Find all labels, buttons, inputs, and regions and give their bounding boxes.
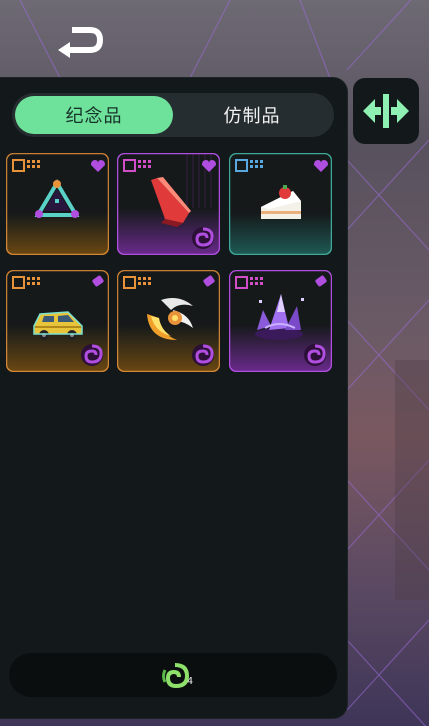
item-card[interactable]: [6, 270, 109, 372]
category-tabs: 纪念品 仿制品: [12, 93, 334, 137]
item-card[interactable]: [6, 153, 109, 255]
item-card[interactable]: [117, 270, 220, 372]
item-card[interactable]: [117, 153, 220, 255]
swap-arrows-icon: [363, 94, 409, 128]
inventory-panel: 纪念品 仿制品 4: [0, 78, 347, 718]
item-card[interactable]: [229, 153, 332, 255]
currency-bar[interactable]: 4: [9, 653, 337, 697]
currency-count: 4: [187, 676, 194, 687]
item-card[interactable]: [229, 270, 332, 372]
tab-souvenirs[interactable]: 纪念品: [15, 96, 173, 134]
tab-replicas[interactable]: 仿制品: [173, 96, 331, 134]
return-arrow-icon: [58, 27, 103, 58]
swap-panel-button[interactable]: [353, 78, 419, 144]
back-button[interactable]: [54, 20, 106, 60]
swirl-icon: [304, 344, 326, 366]
swirl-icon: [81, 344, 103, 366]
swirl-icon: [192, 344, 214, 366]
swirl-icon: [192, 227, 214, 249]
